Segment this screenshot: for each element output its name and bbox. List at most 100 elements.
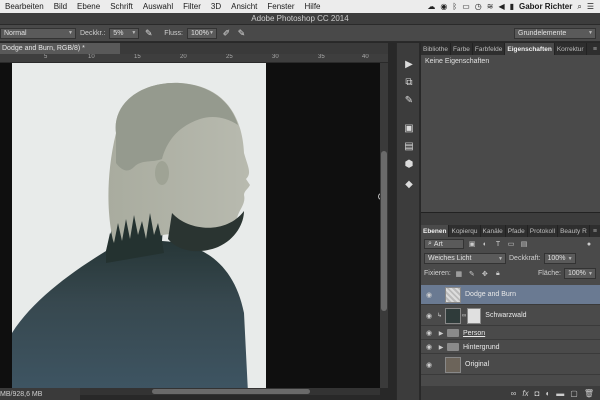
brush-presets-icon[interactable]: ✎ xyxy=(401,93,417,107)
tab-korrekturen[interactable]: Korrektur xyxy=(555,43,587,55)
layer-opacity-input[interactable]: 100% ▼ xyxy=(543,253,576,264)
delete-layer-icon[interactable]: 🗑︎ xyxy=(584,389,594,398)
notification-icon[interactable]: ☰ xyxy=(587,2,594,11)
document-tab[interactable]: Dodge and Burn, RGB/8) * xyxy=(0,43,120,54)
layer-group-person[interactable]: ◉ ▶ Person xyxy=(421,327,600,340)
menu-filter[interactable]: Filter xyxy=(178,2,206,11)
layer-dodge-and-burn[interactable]: ◉ Dodge and Burn xyxy=(421,285,600,305)
eye-icon[interactable]: ◉ xyxy=(421,291,437,299)
3d-icon[interactable]: ⬢ xyxy=(401,157,417,171)
flow-input[interactable]: 100% ▼ xyxy=(186,27,217,39)
eye-icon[interactable]: ◉ xyxy=(421,361,437,369)
adjust-icon[interactable]: ⧉ xyxy=(401,75,417,89)
menu-hilfe[interactable]: Hilfe xyxy=(299,2,325,11)
horizontal-ruler[interactable]: 5 10 15 20 25 30 35 40 xyxy=(0,54,388,63)
info-icon[interactable]: ▣ xyxy=(401,121,417,135)
eye-icon[interactable]: ◉ xyxy=(421,329,437,337)
layer-filter-select[interactable]: ⌕ Art xyxy=(424,239,464,249)
pressure-opacity-icon[interactable]: ✎ xyxy=(143,28,154,39)
cc-icon[interactable]: ◉ xyxy=(440,2,447,11)
user-name[interactable]: Gabor Richter xyxy=(519,2,572,11)
document-canvas[interactable] xyxy=(0,63,380,388)
opacity-input[interactable]: 5% ▼ xyxy=(109,27,140,39)
document-tab-title: Dodge and Burn, RGB/8) * xyxy=(2,45,85,52)
menu-bearbeiten[interactable]: Bearbeiten xyxy=(0,2,49,11)
filter-adjustment-icon[interactable]: ◐ xyxy=(480,240,490,249)
horizontal-scrollbar[interactable] xyxy=(80,388,380,395)
expand-triangle-icon[interactable]: ▶ xyxy=(437,344,445,351)
tab-kanaele[interactable]: Kanäle xyxy=(481,225,506,237)
tab-eigenschaften[interactable]: Eigenschaften xyxy=(505,43,555,55)
play-icon[interactable]: ▶ xyxy=(401,57,417,71)
menu-ansicht[interactable]: Ansicht xyxy=(226,2,262,11)
spotlight-icon[interactable]: ⌕ xyxy=(577,2,581,11)
bluetooth-icon[interactable]: ᛒ xyxy=(452,2,457,11)
new-group-icon[interactable]: ▬ xyxy=(556,389,564,398)
menu-schrift[interactable]: Schrift xyxy=(105,2,138,11)
panel-menu-icon[interactable]: ≡ xyxy=(593,225,600,237)
layer-blend-mode-value: Weiches Licht xyxy=(428,255,472,262)
display-icon[interactable]: ▭ xyxy=(462,2,470,11)
tab-kopierquelle[interactable]: Kopierqu xyxy=(449,225,481,237)
filter-smart-icon[interactable]: ▤ xyxy=(519,240,529,249)
tab-bibliotheken[interactable]: Bibliothe xyxy=(421,43,451,55)
menu-fenster[interactable]: Fenster xyxy=(262,2,299,11)
right-panel-dock: Bibliothe Farbe Farbfelde Eigenschaften … xyxy=(421,43,600,400)
vertical-scrollbar[interactable] xyxy=(380,63,388,388)
filter-type-icon[interactable]: T xyxy=(493,240,503,249)
fx-icon[interactable]: fx xyxy=(522,389,528,398)
link-icon[interactable]: ∞ xyxy=(462,313,466,319)
workspace-value: Grundelemente xyxy=(518,29,567,37)
properties-tab-bar: Bibliothe Farbe Farbfelde Eigenschaften … xyxy=(421,43,600,55)
lock-all-icon[interactable]: 🔒︎ xyxy=(493,269,503,278)
menu-auswahl[interactable]: Auswahl xyxy=(138,2,178,11)
layer-blend-mode-select[interactable]: Weiches Licht ▼ xyxy=(424,253,506,264)
filter-toggle-icon[interactable]: ● xyxy=(584,240,594,249)
layer-original[interactable]: ◉ Original xyxy=(421,355,600,375)
lock-position-icon[interactable]: ✥ xyxy=(480,269,490,278)
tab-ebenen[interactable]: Ebenen xyxy=(421,225,450,237)
add-mask-icon[interactable]: ◘ xyxy=(535,389,540,398)
menu-ebene[interactable]: Ebene xyxy=(72,2,105,11)
blend-row: Weiches Licht ▼ Deckkraft: 100% ▼ xyxy=(421,253,600,264)
airbrush-icon[interactable]: ✐ xyxy=(221,28,232,39)
new-layer-icon[interactable]: ▢ xyxy=(570,389,578,398)
lock-transparency-icon[interactable]: ▦ xyxy=(454,269,464,278)
ruler-tick: 40 xyxy=(362,54,369,60)
battery-icon[interactable]: ▮ xyxy=(510,2,514,11)
workspace-select[interactable]: Grundelemente ▼ xyxy=(514,27,596,39)
volume-icon[interactable]: ◀ xyxy=(498,2,504,11)
menu-3d[interactable]: 3D xyxy=(206,2,226,11)
chevron-down-icon: ▼ xyxy=(131,30,137,36)
tab-beauty-retouch[interactable]: Beauty R xyxy=(558,225,590,237)
link-layers-icon[interactable]: ∞ xyxy=(511,389,517,398)
layer-group-hintergrund[interactable]: ◉ ▶ Hintergrund xyxy=(421,341,600,354)
tab-pfade[interactable]: Pfade xyxy=(506,225,528,237)
scroll-thumb[interactable] xyxy=(152,389,310,394)
lock-pixels-icon[interactable]: ✎ xyxy=(467,269,477,278)
panel-menu-icon[interactable]: ≡ xyxy=(593,43,600,55)
layer-comps-icon[interactable]: ◆ xyxy=(401,177,417,191)
layer-schwarzwald[interactable]: ◉ ↳ ∞ Schwarzwald xyxy=(421,306,600,326)
artwork[interactable] xyxy=(12,63,266,388)
menu-bild[interactable]: Bild xyxy=(49,2,72,11)
adjustment-layer-icon[interactable]: ◐ xyxy=(545,389,550,398)
chevron-down-icon: ▼ xyxy=(498,255,503,262)
notes-icon[interactable]: ▤ xyxy=(401,139,417,153)
cloud-icon[interactable]: ☁ xyxy=(427,2,435,11)
menu-bar: Bearbeiten Bild Ebene Schrift Auswahl Fi… xyxy=(0,0,600,13)
scroll-thumb[interactable] xyxy=(381,151,387,311)
wifi-icon[interactable]: ≋ xyxy=(487,2,494,11)
pressure-size-icon[interactable]: ✎ xyxy=(236,28,247,39)
filter-pixel-icon[interactable]: ▣ xyxy=(467,240,477,249)
tab-farbfelder[interactable]: Farbfelde xyxy=(473,43,506,55)
eye-icon[interactable]: ◉ xyxy=(421,312,437,320)
blend-mode-select[interactable]: Normal ▼ xyxy=(0,27,76,39)
eye-icon[interactable]: ◉ xyxy=(421,343,437,351)
time-machine-icon[interactable]: ◷ xyxy=(475,2,482,11)
tab-farbe[interactable]: Farbe xyxy=(451,43,473,55)
tab-protokoll[interactable]: Protokoll xyxy=(528,225,559,237)
expand-triangle-icon[interactable]: ▶ xyxy=(437,330,445,337)
filter-shape-icon[interactable]: ▭ xyxy=(506,240,516,249)
fill-input[interactable]: 100% ▼ xyxy=(564,268,596,279)
